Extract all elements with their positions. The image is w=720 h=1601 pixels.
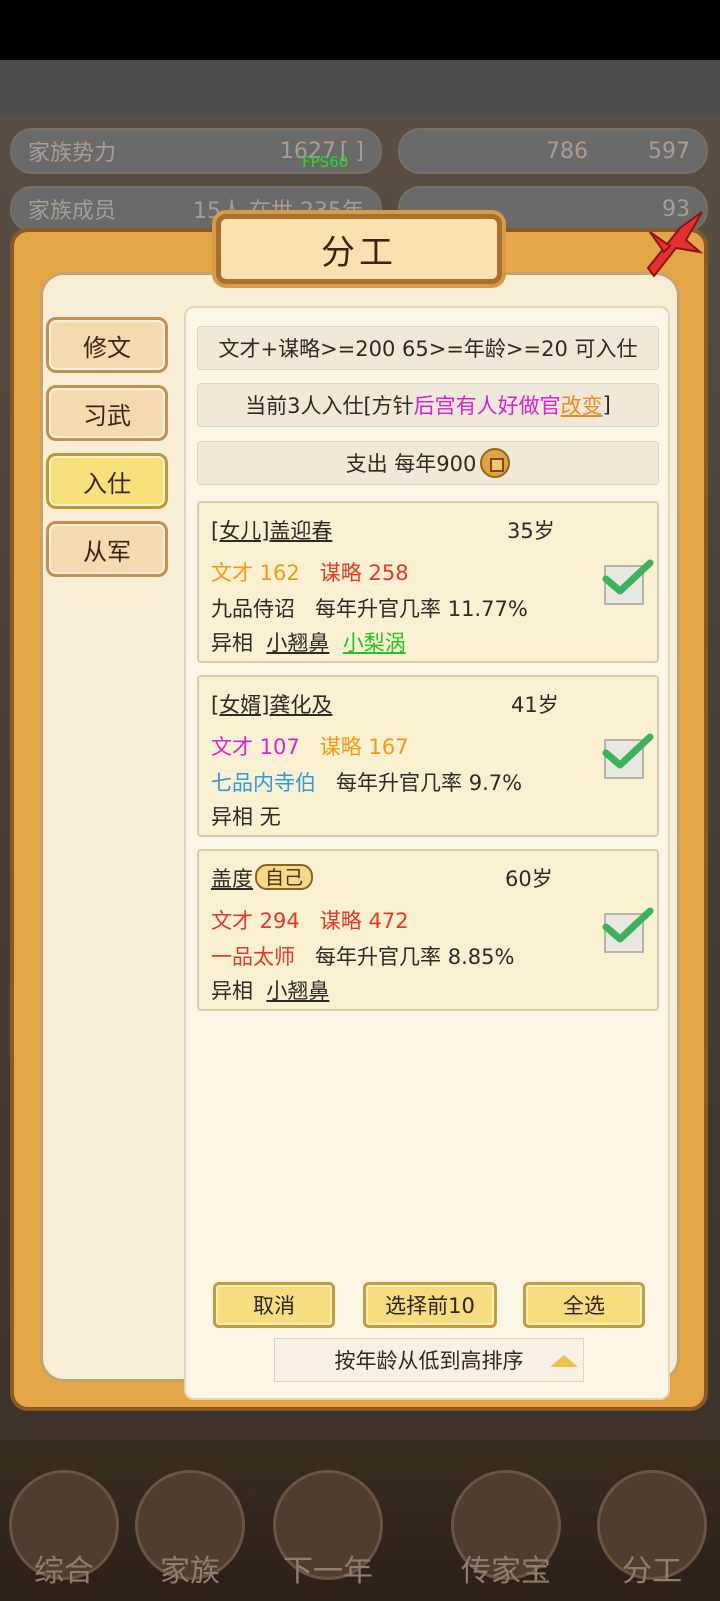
tab-label: 从军 [83, 537, 131, 566]
traits-label: 异相 [211, 805, 253, 829]
expense-text: 支出 每年900 [345, 452, 477, 476]
member-age: 35岁 [507, 519, 555, 543]
status-bar [0, 0, 720, 60]
member-name[interactable]: [女儿]盖迎春 [211, 519, 332, 543]
traits-label: 异相 [211, 979, 253, 1003]
family-members-label: 家族成员 [28, 199, 117, 224]
checkmark-icon [602, 733, 654, 769]
member-card[interactable]: [女婿]龚化及 41岁 文才 107 谋略 167 七品内寺伯 每年升官几率 9… [197, 675, 659, 837]
member-name[interactable]: 盖度 [211, 867, 253, 891]
tab-label: 修文 [83, 333, 131, 362]
select-checkbox[interactable] [602, 559, 654, 605]
nav-item-overview[interactable]: 综合 [4, 1470, 124, 1589]
nav-label: 分工 [622, 1554, 682, 1589]
moulue-stat: 谋略 258 [319, 561, 409, 585]
dialog-title-plate: 分工 [216, 214, 502, 284]
wencai-stat: 文才 294 [211, 909, 300, 933]
official-rank: 一品太师 [211, 945, 295, 969]
currency-stat: 786 597 [398, 128, 708, 174]
fps-counter: FPS60 [302, 153, 349, 171]
official-rank: 七品内寺伯 [211, 771, 316, 795]
nav-item-next-year[interactable]: 下一年 [268, 1470, 388, 1589]
tab-study[interactable]: 修文 [46, 317, 168, 373]
nav-label: 传家宝 [461, 1554, 551, 1589]
wencai-stat: 文才 162 [211, 561, 300, 585]
trait-text: 无 [259, 805, 281, 829]
self-badge: 自己 [255, 864, 314, 890]
tab-label: 习武 [83, 401, 131, 430]
copper-value: 597 [648, 138, 690, 164]
promotion-rate: 每年升官几率 11.77% [315, 597, 528, 621]
requirement-bar: 文才+谋略>=200 65>=年龄>=20 可入仕 [197, 326, 659, 370]
select-checkbox[interactable] [602, 907, 654, 953]
member-age: 60岁 [505, 867, 553, 891]
dialog-title: 分工 [321, 232, 397, 273]
silver-value: 786 [546, 138, 588, 164]
nav-label: 综合 [34, 1554, 94, 1589]
nav-item-heirloom[interactable]: 传家宝 [446, 1470, 566, 1589]
nav-label: 家族 [160, 1554, 220, 1589]
close-button[interactable] [640, 208, 706, 280]
coin-icon [480, 448, 511, 478]
current-count-text: 当前3人入仕[方针 [245, 394, 414, 418]
select-top-label: 选择前10 [385, 1294, 475, 1318]
moulue-stat: 谋略 167 [319, 735, 409, 759]
cancel-button[interactable]: 取消 [213, 1282, 335, 1328]
bracket-close: ] [602, 393, 611, 417]
traits-label: 异相 [211, 631, 253, 655]
expense-bar: 支出 每年900 [197, 441, 659, 485]
member-name[interactable]: [女婿]龚化及 [211, 693, 332, 717]
cancel-label: 取消 [253, 1294, 295, 1318]
member-age: 41岁 [511, 693, 559, 717]
close-icon [646, 211, 704, 278]
family-power-label: 家族势力 [28, 141, 117, 166]
tab-label: 入仕 [83, 469, 131, 498]
requirement-text: 文才+谋略>=200 65>=年龄>=20 可入仕 [218, 337, 638, 361]
member-card[interactable]: [女儿]盖迎春 35岁 文才 162 谋略 258 九品侍诏 每年升官几率 11… [197, 501, 659, 663]
promotion-rate: 每年升官几率 8.85% [315, 945, 515, 969]
checkmark-icon [602, 907, 654, 943]
tab-military[interactable]: 从军 [46, 521, 168, 577]
current-policy-bar: 当前3人入仕[方针 后宫有人好做官 改变] [197, 383, 659, 427]
tab-martial[interactable]: 习武 [46, 385, 168, 441]
select-all-label: 全选 [563, 1294, 605, 1318]
top-strip [0, 60, 720, 115]
tab-officialdom[interactable]: 入仕 [46, 453, 168, 509]
triangle-up-icon [550, 1355, 578, 1367]
trait-link[interactable]: 小翘鼻 [266, 979, 329, 1003]
select-checkbox[interactable] [602, 733, 654, 779]
nav-item-family[interactable]: 家族 [130, 1470, 250, 1589]
moulue-stat: 谋略 472 [319, 909, 409, 933]
trait-link[interactable]: 小梨涡 [343, 631, 406, 655]
member-card[interactable]: 盖度 自己 60岁 文才 294 谋略 472 一品太师 每年升官几率 8.85%… [197, 849, 659, 1011]
wencai-stat: 文才 107 [211, 735, 300, 759]
official-rank: 九品侍诏 [211, 597, 295, 621]
checkmark-icon [602, 559, 654, 595]
select-top-button[interactable]: 选择前10 [363, 1282, 497, 1328]
select-all-button[interactable]: 全选 [523, 1282, 645, 1328]
sort-label: 按年龄从低到高排序 [334, 1349, 524, 1373]
policy-name: 后宫有人好做官 [413, 394, 561, 418]
trait-link[interactable]: 小翘鼻 [266, 631, 329, 655]
nav-item-assign[interactable]: 分工 [592, 1470, 712, 1589]
sort-toggle[interactable]: 按年龄从低到高排序 [274, 1338, 584, 1382]
change-policy-link[interactable]: 改变 [561, 390, 603, 420]
nav-label: 下一年 [283, 1554, 373, 1589]
promotion-rate: 每年升官几率 9.7% [336, 771, 523, 795]
